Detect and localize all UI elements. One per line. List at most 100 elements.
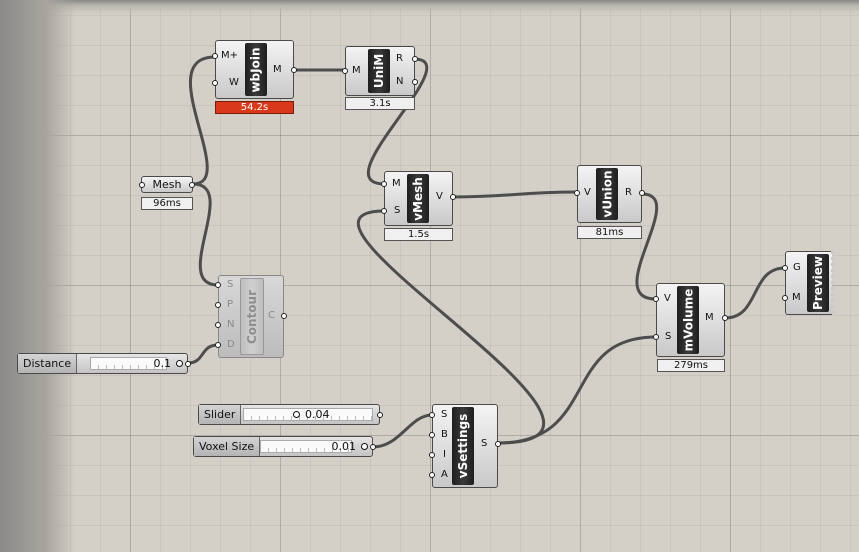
- mesh-timer: 96ms: [141, 197, 193, 210]
- wire-layer: [186, 55, 787, 449]
- output-port[interactable]: [185, 361, 191, 367]
- input-port[interactable]: [215, 322, 221, 328]
- output-port[interactable]: [495, 441, 501, 447]
- wire-mesh-to-contour-s[interactable]: [191, 182, 220, 287]
- wire-mesh-to-wbjoin-m[interactable]: [188, 55, 217, 186]
- distance-slider-label: Distance: [18, 354, 78, 373]
- output-port[interactable]: [370, 444, 376, 450]
- output-label: R: [396, 53, 403, 64]
- component-mvolume[interactable]: V S mVolume M: [653, 283, 728, 357]
- component-vsettings[interactable]: S B I A vSettings S: [429, 404, 501, 488]
- component-wbjoin[interactable]: M+ W wbJoin M: [212, 40, 297, 99]
- input-port[interactable]: [212, 53, 218, 59]
- component-nickname: Contour: [245, 289, 260, 344]
- mvolume-timer: 279ms: [657, 359, 725, 372]
- input-port[interactable]: [574, 190, 580, 196]
- input-port[interactable]: [429, 472, 435, 478]
- slider-label: Slider: [199, 405, 242, 424]
- input-label: S: [665, 331, 672, 342]
- input-label: M: [352, 65, 361, 76]
- component-nickname: mVolume: [681, 288, 695, 352]
- input-label: W: [229, 77, 239, 88]
- input-port[interactable]: [429, 452, 435, 458]
- input-port[interactable]: [429, 412, 435, 418]
- slider-value: 0.04: [305, 408, 330, 421]
- output-port[interactable]: [189, 182, 195, 188]
- component-vunion[interactable]: V vUnion R: [574, 165, 645, 223]
- input-port[interactable]: [381, 208, 387, 214]
- vmesh-timer: 1.5s: [384, 228, 453, 241]
- input-label: V: [584, 187, 591, 198]
- mesh-param[interactable]: Mesh: [139, 176, 195, 193]
- component-nickname: wbJoin: [249, 46, 264, 93]
- output-label: N: [396, 76, 404, 87]
- input-port[interactable]: [782, 295, 788, 301]
- input-port[interactable]: [782, 265, 788, 271]
- wire-distance-to-contour-d[interactable]: [186, 343, 220, 365]
- input-port[interactable]: [139, 182, 145, 188]
- component-nickname: UniM: [372, 53, 386, 89]
- component-nickname: vUnion: [600, 170, 615, 218]
- vunion-timer: 81ms: [577, 226, 642, 239]
- input-label: S: [394, 205, 401, 216]
- component-nickname-badge: wbJoin: [245, 43, 267, 96]
- grasshopper-canvas[interactable]: M+ W wbJoin M 54.2s M UniM R N 3.1s Mesh…: [0, 0, 859, 552]
- input-port[interactable]: [342, 68, 348, 74]
- component-nickname-badge: mVolume: [677, 286, 699, 354]
- component-nickname-badge: Contour: [240, 278, 264, 355]
- input-port[interactable]: [653, 334, 659, 340]
- component-nickname-badge: vMesh: [407, 174, 429, 223]
- output-label: M: [705, 312, 714, 323]
- component-unim[interactable]: M UniM R N: [342, 46, 418, 96]
- output-port[interactable]: [412, 56, 418, 62]
- component-nickname-badge: vUnion: [596, 168, 618, 220]
- component-nickname: Preview: [811, 255, 826, 311]
- unim-timer: 3.1s: [345, 97, 415, 110]
- slider-knob[interactable]: [293, 411, 300, 418]
- wire-vmesh-to-vunion[interactable]: [451, 190, 579, 199]
- input-port[interactable]: [381, 181, 387, 187]
- slider-knob[interactable]: [176, 360, 183, 367]
- input-label: M: [392, 178, 401, 189]
- wire-mvolume-to-preview[interactable]: [723, 266, 787, 320]
- component-nickname: vSettings: [456, 413, 470, 479]
- input-port[interactable]: [215, 342, 221, 348]
- component-preview[interactable]: G M Preview: [782, 251, 835, 315]
- generic-slider[interactable]: Slider 0.04: [198, 404, 383, 425]
- voxel-size-slider-label: Voxel Size: [194, 437, 261, 456]
- output-port[interactable]: [450, 194, 456, 200]
- input-label: V: [664, 293, 671, 304]
- output-port[interactable]: [281, 313, 287, 319]
- wbjoin-timer: 54.2s: [215, 101, 294, 114]
- output-port[interactable]: [291, 67, 297, 73]
- distance-slider[interactable]: Distance 0.1: [17, 353, 191, 374]
- input-port[interactable]: [212, 80, 218, 86]
- input-label: G: [793, 262, 801, 273]
- output-port[interactable]: [412, 79, 418, 85]
- input-label: A: [441, 469, 448, 480]
- output-port[interactable]: [377, 412, 383, 418]
- output-label: R: [625, 187, 632, 198]
- input-port[interactable]: [653, 296, 659, 302]
- input-port[interactable]: [215, 302, 221, 308]
- component-vmesh[interactable]: M S vMesh V: [381, 171, 456, 226]
- input-port[interactable]: [215, 282, 221, 288]
- component-nickname-badge: UniM: [368, 49, 390, 93]
- voxel-size-slider[interactable]: Voxel Size 0.01: [193, 436, 376, 457]
- output-port[interactable]: [722, 315, 728, 321]
- component-nickname-badge: Preview: [807, 254, 829, 312]
- wire-vsettings-to-mvolume[interactable]: [496, 335, 658, 445]
- input-label: N: [227, 319, 235, 330]
- input-port[interactable]: [429, 432, 435, 438]
- input-label: I: [443, 449, 446, 460]
- output-label: M: [273, 64, 282, 75]
- slider-knob[interactable]: [361, 443, 368, 450]
- input-label: M+: [221, 50, 239, 61]
- output-label: S: [481, 438, 488, 449]
- wire-voxel-to-vsettings[interactable]: [371, 413, 434, 449]
- mesh-param-label: Mesh: [152, 178, 182, 191]
- component-contour[interactable]: S P N D Contour C: [215, 275, 287, 358]
- output-port[interactable]: [639, 190, 645, 196]
- input-label: P: [227, 299, 234, 310]
- component-nickname-badge: vSettings: [452, 407, 474, 485]
